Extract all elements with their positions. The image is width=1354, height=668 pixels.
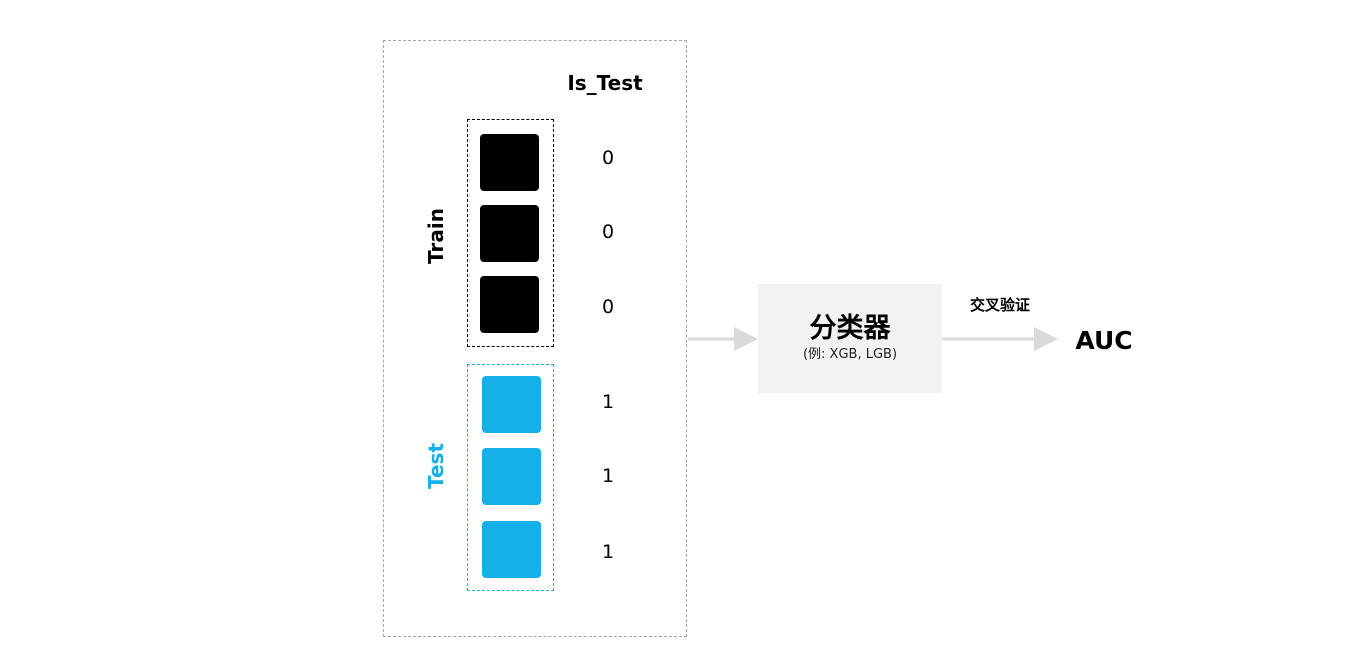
classifier-subtitle: (例: XGB, LGB) — [802, 347, 898, 362]
cross-validation-label: 交叉验证 — [969, 296, 1030, 314]
output-arrow-head — [1034, 327, 1058, 351]
input-arrow-head — [734, 327, 758, 351]
flow-arrows — [688, 327, 1058, 351]
auc-output-label: AUC — [1075, 326, 1133, 355]
classifier-title: 分类器 — [809, 313, 891, 344]
